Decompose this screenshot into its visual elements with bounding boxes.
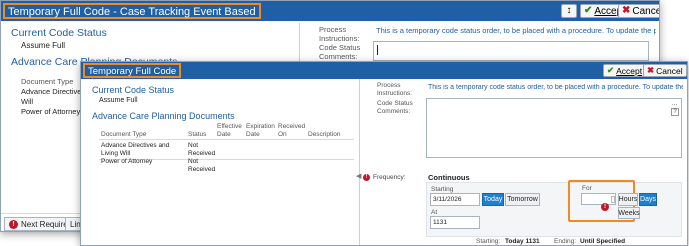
back-window-title: Temporary Full Code - Case Tracking Even… xyxy=(3,3,261,19)
back-process-instructions-text: This is a temporary code status order, t… xyxy=(376,26,656,35)
back-code-status-comments-label: Code Status Comments: xyxy=(319,43,361,61)
frequency-value: Continuous xyxy=(428,173,470,182)
error-icon: ! xyxy=(9,219,18,229)
starting-label: Starting xyxy=(431,186,454,193)
col-effective-date: Effective Date xyxy=(217,123,242,138)
collapse-arrow-icon[interactable]: ◀ xyxy=(356,172,361,180)
back-doc-type-header: Document Type xyxy=(21,77,74,86)
back-current-code-status-heading: Current Code Status xyxy=(11,27,107,39)
starting-date-value: 3/11/2026 xyxy=(433,196,462,203)
close-icon: ✖ xyxy=(622,5,631,16)
help-icon[interactable]: ? xyxy=(671,108,679,116)
col-description: Description xyxy=(308,131,341,138)
back-cancel-button[interactable]: ✖ Cancel xyxy=(618,4,659,18)
back-row-2: Power of Attorney xyxy=(21,107,81,116)
table-row-0-type: Advance Directives and Living Will xyxy=(101,142,170,157)
pin-button[interactable]: ↕ xyxy=(561,4,577,18)
back-window-titlebar: Temporary Full Code - Case Tracking Even… xyxy=(1,1,659,21)
col-document-type: Document Type xyxy=(101,131,147,138)
summary-ending-value: Until Specified xyxy=(580,238,626,245)
today-button[interactable]: Today xyxy=(482,193,504,206)
front-process-instructions-label: Process Instructions: xyxy=(377,82,413,97)
front-accept-button[interactable]: ✔ Accept xyxy=(603,64,647,77)
front-window-titlebar: Temporary Full Code ✔ Accept ✖ Cancel xyxy=(81,62,687,79)
close-icon: ✖ xyxy=(647,65,655,76)
checkmark-icon: ✔ xyxy=(584,5,593,16)
table-header-divider xyxy=(99,139,354,140)
back-current-code-status-value: Assume Full xyxy=(21,41,66,50)
for-label: For xyxy=(582,185,592,192)
days-button[interactable]: Days xyxy=(639,193,657,206)
at-label: At xyxy=(431,209,438,216)
summary-ending-label: Ending: xyxy=(554,238,577,245)
error-icon: ! xyxy=(601,195,609,213)
for-duration-input[interactable]: ! xyxy=(581,193,616,211)
col-expiration-date: Expiration Date xyxy=(246,123,275,138)
front-cancel-button[interactable]: ✖ Cancel xyxy=(643,64,687,77)
back-cancel-label: Cancel xyxy=(632,5,659,17)
table-row-1-type: Power of Attorney xyxy=(101,158,153,165)
front-cancel-label: Cancel xyxy=(656,65,683,76)
front-code-status-comments-input[interactable]: … ? xyxy=(426,98,682,158)
table-row-1-status: Not Received xyxy=(188,158,216,173)
tomorrow-button[interactable]: Tomorrow xyxy=(505,193,540,206)
text-cursor xyxy=(377,45,378,55)
hours-button[interactable]: Hours xyxy=(618,193,638,206)
checkmark-icon: ✔ xyxy=(607,65,615,76)
frequency-error-icon: ! xyxy=(363,174,371,182)
weeks-button[interactable]: Weeks xyxy=(618,207,640,219)
summary-starting-label: Starting: xyxy=(476,238,501,245)
stepper-icon xyxy=(611,196,615,203)
front-order-window: Temporary Full Code ✔ Accept ✖ Cancel Cu… xyxy=(80,61,688,246)
front-accept-label: Accept xyxy=(616,65,643,76)
more-options-icon[interactable]: … xyxy=(671,100,678,107)
front-panel-divider xyxy=(359,79,360,245)
front-current-code-status-heading: Current Code Status xyxy=(92,85,175,95)
starting-date-input[interactable]: 3/11/2026 xyxy=(430,193,480,206)
frequency-label: Frequency: xyxy=(373,174,406,181)
pin-icon: ↕ xyxy=(566,5,572,16)
at-time-input[interactable]: 1131 xyxy=(430,216,480,229)
summary-starting-value: Today 1131 xyxy=(505,238,540,245)
back-code-status-comments-input[interactable] xyxy=(373,41,649,61)
col-received-on: Received On xyxy=(278,123,306,138)
table-row-0-status: Not Received xyxy=(188,142,216,157)
front-process-instructions-text: This is a temporary code status order, t… xyxy=(428,84,683,91)
col-status: Status xyxy=(188,131,207,138)
front-current-code-status-value: Assume Full xyxy=(99,97,138,104)
back-row-1: Will xyxy=(21,97,34,106)
at-time-value: 1131 xyxy=(433,219,447,226)
back-process-instructions-label: Process Instructions: xyxy=(319,25,360,43)
front-acp-heading: Advance Care Planning Documents xyxy=(92,111,235,121)
back-footer-divider xyxy=(1,213,81,214)
front-window-title: Temporary Full Code xyxy=(83,63,182,78)
front-code-status-comments-label: Code Status Comments: xyxy=(377,100,413,115)
